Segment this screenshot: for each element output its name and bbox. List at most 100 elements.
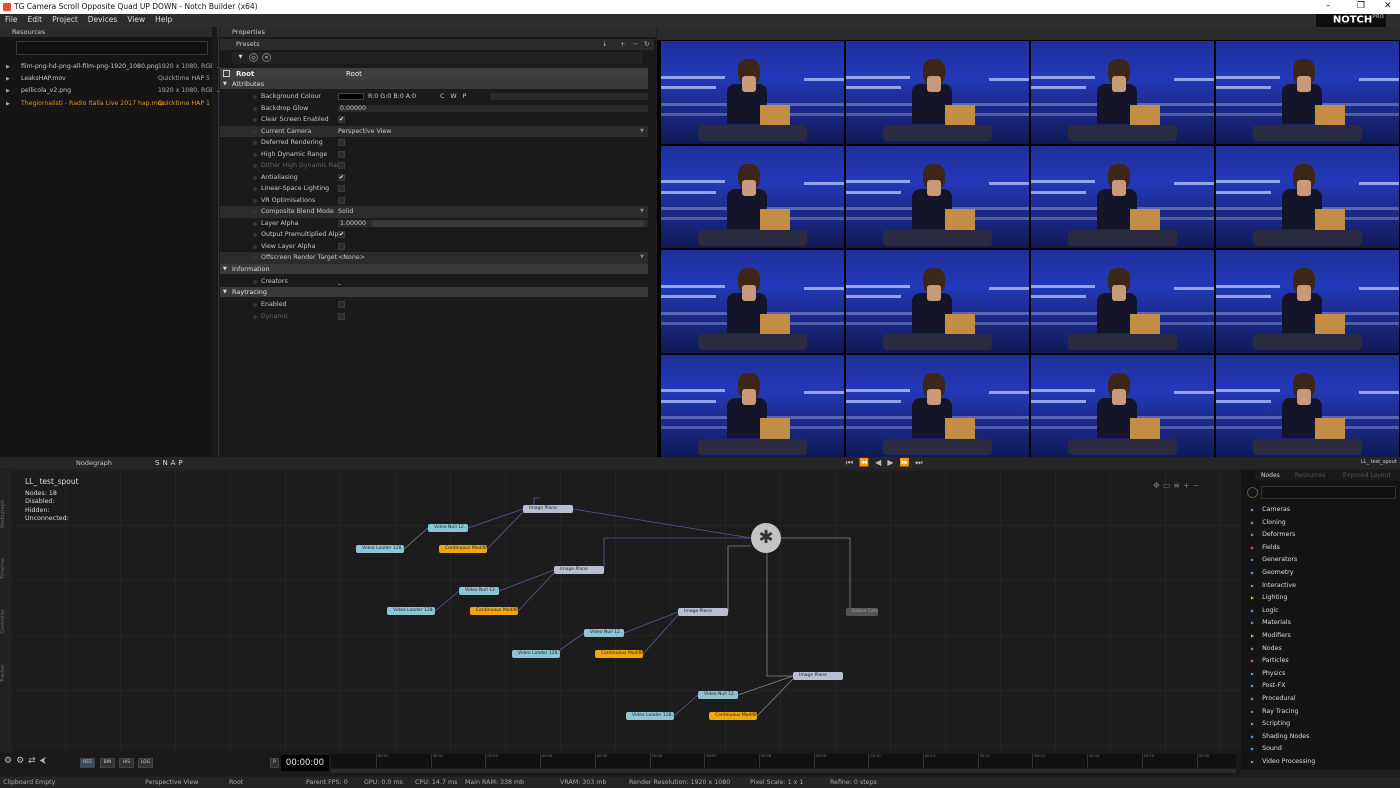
keyframe-dot-icon[interactable] — [253, 164, 257, 168]
timecode-display[interactable]: 00:00:00 — [281, 755, 329, 771]
image-plane-node[interactable]: Image Plane — [678, 608, 728, 616]
property-row[interactable]: Composite Blend Mode Solid ▼ — [220, 206, 648, 218]
resource-item[interactable]: ▶ film-png-hd-png-all-film-png-1920_1080.… — [0, 61, 220, 73]
property-row[interactable]: Deferred Rendering — [220, 137, 648, 149]
menu-help[interactable]: Help — [150, 14, 177, 25]
collapse-triangle-icon[interactable]: ▼ — [223, 287, 227, 297]
property-row[interactable]: Output Premultiplied Alpl ✔ — [220, 229, 648, 241]
log-button[interactable]: LOG — [138, 758, 153, 768]
side-tab-tracker[interactable]: Tracker — [0, 664, 6, 682]
property-checkbox[interactable] — [338, 139, 345, 146]
side-tab-timeline[interactable]: Timeline — [0, 558, 6, 579]
target-icon[interactable]: ◎ — [249, 53, 258, 62]
presets-download-icon[interactable]: ↓ — [602, 39, 607, 50]
his-button[interactable]: HIS — [119, 758, 134, 768]
keyframe-dot-icon[interactable] — [253, 106, 257, 111]
render-output[interactable] — [661, 41, 1399, 457]
res-button[interactable]: RES — [80, 758, 95, 768]
property-row[interactable]: Creators _ — [220, 276, 648, 288]
property-row[interactable]: Backdrop Glow 0.00000 — [220, 103, 648, 115]
menu-view[interactable]: View — [122, 14, 150, 25]
tab-nodes[interactable]: Nodes — [1261, 470, 1280, 481]
modifier-node[interactable]: Continuous Modifier — [595, 650, 643, 658]
video-node[interactable]: Video Loader 128.. — [626, 712, 674, 720]
node-category[interactable]: ▶ Lighting — [1251, 594, 1288, 601]
root-gear-icon[interactable]: ✱ — [751, 523, 781, 553]
dropdown-value[interactable]: <None> — [338, 252, 365, 264]
node-category[interactable]: ▶ Procedural — [1251, 695, 1296, 702]
video-node[interactable]: Video Null 12.. — [459, 587, 499, 595]
node-category[interactable]: ▶ Post-FX — [1251, 682, 1285, 689]
resources-scrollbar[interactable] — [212, 27, 217, 457]
dropdown-value[interactable]: Perspective View — [338, 126, 391, 138]
nodes-search-input[interactable] — [1261, 486, 1396, 499]
keyframe-dot-icon[interactable] — [253, 233, 257, 237]
timeline-scrollbar[interactable] — [331, 769, 1236, 773]
property-row[interactable]: Layer Alpha 1.00000 — [220, 218, 648, 230]
node-category[interactable]: ▶ Fields — [1251, 544, 1280, 551]
transport-controls[interactable]: ⏮⏪◀▶⏩⏭ — [846, 458, 996, 468]
property-checkbox[interactable] — [338, 162, 345, 169]
node-category[interactable]: ▶ Shading Nodes — [1251, 733, 1309, 740]
keyframe-dot-icon[interactable] — [253, 187, 257, 191]
menu-edit[interactable]: Edit — [23, 14, 48, 25]
nodegraph-view-controls[interactable]: ✥▭≡+− — [1153, 481, 1202, 490]
dropdown-value[interactable]: Solid — [338, 206, 353, 218]
property-checkbox[interactable]: ✔ — [338, 116, 345, 123]
timeline-tools[interactable]: ⚙⚙⇄⮜ — [4, 756, 50, 766]
collapse-triangle-icon[interactable]: ▼ — [223, 79, 227, 89]
video-node[interactable]: Video Null 12.. — [584, 629, 624, 637]
keyframe-dot-icon[interactable] — [253, 221, 257, 226]
property-checkbox[interactable] — [338, 301, 345, 308]
close-button[interactable]: ✕ — [1384, 1, 1392, 11]
property-row[interactable]: Offscreen Render Target <None> ▼ — [220, 252, 648, 264]
property-row[interactable]: View Layer Alpha — [220, 241, 648, 253]
section-header[interactable]: ▼ Information — [220, 263, 648, 274]
side-tab-nodegraph[interactable]: Nodegraph — [0, 500, 6, 528]
video-node[interactable]: Video Null 12.. — [698, 691, 738, 699]
property-row[interactable]: Linear-Space Lighting — [220, 183, 648, 195]
resource-item-selected[interactable]: ▶ Thegiornalisti - Radio Italia Live 2017… — [0, 98, 219, 110]
property-row[interactable]: Antialiasing ✔ — [220, 172, 648, 184]
keyframe-dot-icon[interactable] — [253, 129, 257, 134]
slider-value[interactable]: 0.00000 — [340, 103, 366, 115]
keyframe-dot-icon[interactable] — [253, 175, 257, 180]
minimize-button[interactable]: – — [1326, 1, 1331, 11]
node-category[interactable]: ▶ Physics — [1251, 670, 1285, 677]
video-node[interactable]: Video Loader 128.. — [356, 545, 404, 553]
property-checkbox[interactable] — [338, 185, 345, 192]
property-checkbox[interactable]: ✔ — [338, 173, 345, 181]
play-mode-icon[interactable]: P — [270, 758, 279, 768]
node-category[interactable]: ▶ Modifiers — [1251, 632, 1291, 639]
node-category[interactable]: ▶ Cloning — [1251, 519, 1286, 526]
menu-devices[interactable]: Devices — [83, 14, 123, 25]
node-category[interactable]: ▶ Geometry — [1251, 569, 1293, 576]
keyframe-dot-icon[interactable] — [253, 141, 257, 145]
node-category[interactable]: ▶ Scripting — [1251, 720, 1290, 727]
maximize-button[interactable]: ❐ — [1357, 1, 1365, 11]
image-plane-node[interactable]: Image Plane — [523, 505, 573, 513]
keyframe-dot-icon[interactable] — [253, 210, 257, 214]
section-header[interactable]: ▼ Raytracing — [220, 287, 648, 297]
property-row[interactable]: VR Optimisations — [220, 195, 648, 207]
keyframe-dot-icon[interactable] — [253, 244, 257, 249]
colour-swatch[interactable] — [338, 93, 364, 100]
viewport[interactable] — [657, 27, 1400, 457]
slider-track[interactable] — [338, 104, 648, 112]
property-checkbox[interactable]: ✔ — [338, 231, 345, 238]
node-category[interactable]: ▶ Nodes — [1251, 645, 1282, 652]
resource-item[interactable]: ▶ LeaksHAP.mov Quicktime HAP 5 — [0, 73, 219, 85]
keyframe-dot-icon[interactable] — [253, 118, 257, 122]
node-category[interactable]: ▶ Interactive — [1251, 582, 1296, 589]
collapse-triangle-icon[interactable]: ▼ — [223, 264, 227, 274]
property-row[interactable]: Dither High Dynamic Ran — [220, 160, 648, 172]
video-node[interactable]: Video Loader 128.. — [387, 607, 435, 615]
keyframe-dot-icon[interactable] — [253, 303, 257, 307]
presets-add-icon[interactable]: + — [620, 39, 625, 50]
image-plane-node[interactable]: Image Plane — [554, 566, 604, 574]
node-category[interactable]: ▶ Deformers — [1251, 531, 1295, 538]
node-category[interactable]: ▶ Particles — [1251, 657, 1289, 664]
nodegraph-tab[interactable]: Nodegraph — [76, 459, 112, 467]
bin-button[interactable]: BIN — [100, 758, 115, 768]
video-node[interactable]: Video Loader 128.. — [512, 650, 560, 658]
